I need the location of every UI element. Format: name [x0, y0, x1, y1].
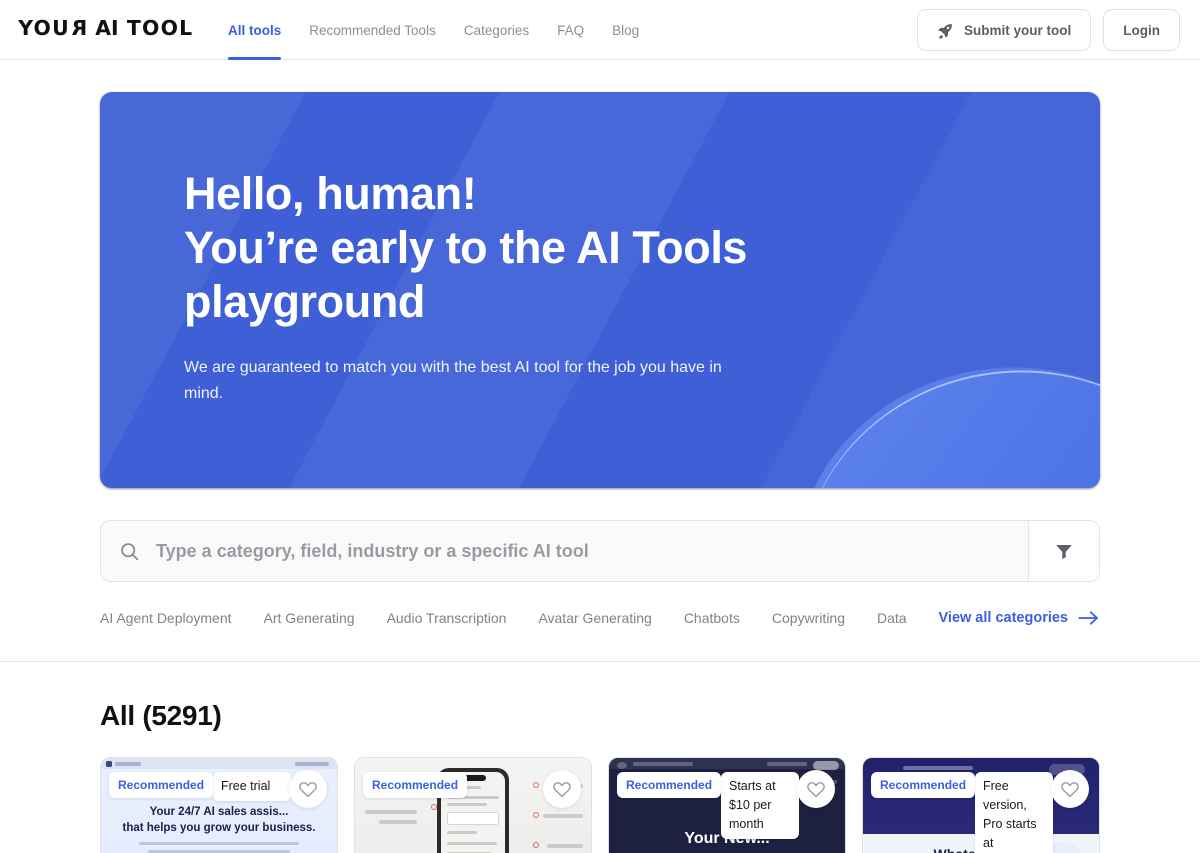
- hero-title: Hello, human! You’re early to the AI Too…: [184, 167, 804, 329]
- header-actions: Submit your tool Login: [917, 9, 1180, 51]
- hero-title-line-1: Hello, human!: [184, 168, 477, 219]
- thumb-mini-bar: [295, 762, 329, 766]
- site-header: YOUR AI TOOL All tools Recommended Tools…: [0, 0, 1200, 60]
- heart-icon: [1061, 782, 1079, 798]
- favorite-button[interactable]: [1051, 770, 1089, 808]
- hero-section: Hello, human! You’re early to the AI Too…: [0, 60, 1200, 488]
- category-chip-data[interactable]: Data: [877, 610, 907, 626]
- category-chip-avatar-generating[interactable]: Avatar Generating: [538, 610, 651, 626]
- thumb-body-line: [138, 842, 300, 845]
- category-chip-ai-agent-deployment[interactable]: AI Agent Deployment: [100, 610, 232, 626]
- search-section: [0, 488, 1200, 582]
- thumb-input-box: [447, 812, 499, 825]
- thumb-heading-line-1: Your 24/7 AI sales assis...: [149, 806, 289, 818]
- tool-card[interactable]: Your New... Recommended Starts at $10 pe…: [608, 757, 846, 853]
- nav-label: Blog: [612, 22, 640, 38]
- thumb-line: [365, 810, 417, 814]
- login-button[interactable]: Login: [1103, 9, 1180, 51]
- tool-card[interactable]: Whatever yo... Recommended Free version,…: [862, 757, 1100, 853]
- thumb-logo-dot: [617, 762, 627, 769]
- thumb-mini-bar: [633, 762, 693, 766]
- recommended-badge: Recommended: [871, 772, 976, 798]
- results-title: All (5291): [100, 700, 222, 731]
- rocket-icon: [938, 23, 952, 39]
- hero-content: Hello, human! You’re early to the AI Too…: [100, 92, 1100, 407]
- recommended-badge: Recommended: [109, 772, 214, 798]
- heart-icon: [553, 782, 571, 798]
- thumb-line: [447, 842, 497, 845]
- category-chips-row: AI Agent Deployment Art Generating Audio…: [0, 596, 1200, 640]
- search-input[interactable]: [154, 521, 1028, 581]
- price-badge: Free trial: [213, 772, 291, 801]
- hero-subtitle: We are guaranteed to match you with the …: [184, 359, 722, 402]
- main-nav: All tools Recommended Tools Categories F…: [228, 0, 639, 60]
- submit-your-tool-label: Submit your tool: [964, 22, 1072, 38]
- hero-title-line-3: playground: [184, 276, 425, 327]
- nav-label: Categories: [463, 22, 530, 38]
- view-all-categories-label: View all categories: [938, 610, 1069, 626]
- thumb-signup-button: [813, 761, 839, 770]
- nav-item-categories[interactable]: Categories: [464, 0, 529, 60]
- recommended-badge: Recommended: [617, 772, 722, 798]
- search-bar: [100, 520, 1100, 582]
- category-chips-scroller[interactable]: AI Agent Deployment Art Generating Audio…: [100, 596, 915, 640]
- price-badge: Free version, Pro starts at $36/month/5 …: [975, 772, 1053, 853]
- nav-label: Recommended Tools: [309, 22, 436, 38]
- tool-card[interactable]: Your 24/7 AI sales assis... that helps y…: [100, 757, 338, 853]
- thumb-bullet-dot: [431, 804, 437, 810]
- thumb-line: [447, 803, 487, 806]
- recommended-badge: Recommended: [363, 772, 468, 798]
- filter-funnel-icon: [1056, 545, 1072, 560]
- arrow-right-icon: [1078, 611, 1098, 625]
- hero-title-line-2: You’re early to the AI Tools: [184, 222, 748, 273]
- price-badge: Starts at $10 per month: [721, 772, 799, 839]
- thumb-bullet-dot: [533, 842, 539, 848]
- thumb-mini-bar: [903, 766, 973, 770]
- nav-item-recommended-tools[interactable]: Recommended Tools: [309, 0, 436, 60]
- view-all-categories-link[interactable]: View all categories: [928, 610, 1100, 626]
- thumb-bullet-dot: [533, 812, 539, 818]
- nav-item-faq[interactable]: FAQ: [557, 0, 584, 60]
- category-chip-chatbots[interactable]: Chatbots: [684, 610, 740, 626]
- filter-button[interactable]: [1028, 521, 1099, 581]
- favorite-button[interactable]: [289, 770, 327, 808]
- nav-label: All tools: [228, 22, 282, 38]
- heart-icon: [807, 782, 825, 798]
- login-label: Login: [1123, 22, 1160, 38]
- tool-card[interactable]: Recommended: [354, 757, 592, 853]
- category-chip-copywriting[interactable]: Copywriting: [772, 610, 845, 626]
- submit-your-tool-button[interactable]: Submit your tool: [917, 9, 1092, 51]
- thumb-heading-line-2: that helps you grow your business.: [122, 822, 316, 834]
- nav-item-blog[interactable]: Blog: [612, 0, 639, 60]
- thumb-line: [547, 844, 583, 848]
- tool-card-grid: Your 24/7 AI sales assis... that helps y…: [100, 757, 1100, 853]
- nav-item-all-tools[interactable]: All tools: [228, 0, 282, 60]
- heart-icon: [299, 782, 317, 798]
- search-icon: [121, 542, 139, 560]
- thumb-mini-bar: [767, 762, 807, 766]
- logo[interactable]: YOUR AI TOOL: [18, 16, 193, 40]
- results-section: All (5291) Your 24/7 AI sales assis... t…: [0, 662, 1200, 853]
- favorite-button[interactable]: [543, 770, 581, 808]
- thumb-mini-bar: [115, 762, 141, 766]
- category-chip-audio-transcription[interactable]: Audio Transcription: [387, 610, 507, 626]
- thumb-logo-dot: [106, 761, 112, 767]
- thumb-bullet-dot: [533, 782, 539, 788]
- nav-label: FAQ: [557, 22, 585, 38]
- category-chip-art-generating[interactable]: Art Generating: [264, 610, 355, 626]
- favorite-button[interactable]: [797, 770, 835, 808]
- thumb-line: [543, 814, 583, 818]
- thumb-line: [447, 831, 477, 834]
- hero-banner: Hello, human! You’re early to the AI Too…: [100, 92, 1100, 488]
- thumb-line: [379, 820, 417, 824]
